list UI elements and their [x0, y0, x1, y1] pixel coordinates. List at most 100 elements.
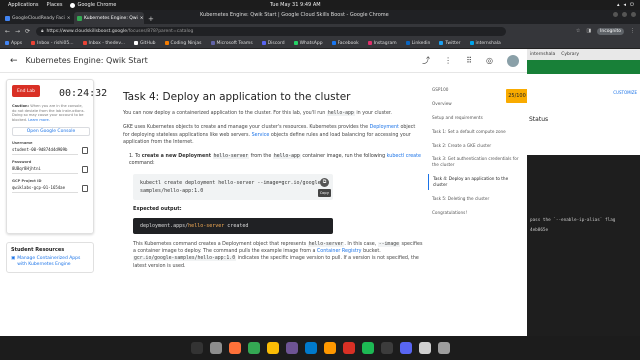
- lock-icon: 🔒︎: [41, 29, 44, 34]
- password-value[interactable]: 8UBqr8Hjhtni: [12, 166, 78, 174]
- inline-code: --image: [377, 241, 400, 247]
- extensions-icon[interactable]: ◨: [586, 28, 591, 34]
- open-google-console-button[interactable]: Open Google Console: [12, 126, 90, 136]
- vscode-icon[interactable]: [304, 342, 317, 354]
- reload-icon[interactable]: ⟳: [25, 28, 30, 35]
- forward-arrow-icon[interactable]: →: [15, 28, 20, 35]
- discord-icon[interactable]: [399, 342, 412, 354]
- customize-link[interactable]: CUSTOMIZE: [613, 90, 637, 95]
- settings-icon[interactable]: [380, 342, 393, 354]
- username-label: Username: [12, 140, 33, 145]
- bookmark-favicon: [31, 41, 36, 45]
- bookmark-item[interactable]: Linkedin: [405, 41, 430, 46]
- bookmark-item[interactable]: Coding Ninjas: [164, 41, 202, 46]
- step-number: 1.: [129, 153, 134, 159]
- copy-icon[interactable]: [82, 185, 88, 193]
- toc-item[interactable]: Task 3: Get authentication credentials f…: [428, 154, 522, 170]
- end-lab-button[interactable]: End Lab: [12, 85, 40, 97]
- bookmark-label: Inbox - rishi05...: [37, 40, 74, 46]
- explain-paragraph: This Kubernetes command creates a Deploy…: [133, 241, 423, 271]
- bookmark-label: Facebook: [337, 40, 359, 46]
- container-registry-link[interactable]: Container Registry: [317, 249, 362, 254]
- toc-item[interactable]: Congratulations!: [428, 208, 522, 218]
- close-window-button[interactable]: [631, 12, 636, 17]
- apps-grid-icon[interactable]: ⠿: [466, 56, 472, 65]
- output-code-block: deployment.apps/hello-server created: [133, 217, 333, 234]
- bookmark-favicon: [439, 41, 444, 45]
- mail-icon[interactable]: [342, 342, 355, 354]
- bg-bookmark[interactable]: Cybrary: [561, 52, 579, 57]
- deployment-link[interactable]: Deployment: [370, 125, 399, 130]
- spotify-icon[interactable]: [361, 342, 374, 354]
- bookmark-item[interactable]: internshala: [469, 41, 501, 46]
- address-bar-row: ← → ⟳ 🔒︎ https://www.cloudskillsboost.go…: [0, 24, 640, 38]
- command-code-block[interactable]: kubectl create deployment hello-server -…: [133, 173, 333, 200]
- background-bookmarks: internshala Cybrary: [527, 49, 640, 60]
- close-tab-icon[interactable]: ×: [67, 16, 71, 21]
- terminal-icon[interactable]: [190, 342, 203, 354]
- kubectl-create-link[interactable]: kubectl create: [387, 154, 421, 159]
- bookmark-item[interactable]: WhatsApp: [293, 41, 323, 46]
- github-icon[interactable]: [285, 342, 298, 354]
- bookmark-item[interactable]: Facebook: [331, 40, 359, 46]
- bookmark-item[interactable]: GitHub: [133, 41, 156, 46]
- more-vert-icon[interactable]: ⋮: [444, 56, 452, 65]
- back-arrow-icon[interactable]: ←: [5, 28, 10, 35]
- bookmark-item[interactable]: Discord: [261, 41, 285, 46]
- service-link[interactable]: Service: [252, 133, 270, 138]
- copy-icon[interactable]: ⧉: [320, 177, 329, 187]
- bookmark-item[interactable]: Instagram: [367, 41, 397, 46]
- url-input[interactable]: 🔒︎ https://www.cloudskillsboost.google/f…: [36, 26, 507, 36]
- browser-tab-active[interactable]: Kubernetes Engine: Qwi ×: [74, 12, 144, 24]
- bg-bookmark[interactable]: internshala: [530, 52, 555, 57]
- incognito-badge[interactable]: Incognito: [597, 27, 624, 35]
- toc-item[interactable]: Task 4: Deploy an application to the clu…: [428, 174, 522, 190]
- globe-icon[interactable]: ◎: [486, 56, 493, 65]
- share-icon[interactable]: ⤴: [422, 55, 430, 66]
- lab-control-card: End Lab 00:24:32 Caution: When you are i…: [6, 79, 107, 234]
- gke-text: GKE uses Kubernetes objects to create an…: [123, 125, 369, 131]
- bookmark-favicon: [82, 41, 87, 45]
- firefox-icon[interactable]: [228, 342, 241, 354]
- bookmark-item[interactable]: Inbox - thedev...: [82, 41, 125, 46]
- lab-instructions: Task 4: Deploy an application to the clu…: [123, 79, 423, 336]
- toc-item[interactable]: Task 1: Set a default compute zone: [428, 127, 522, 137]
- bookmarks-bar: Apps Inbox - rishi05... Inbox - thedev... G…: [0, 38, 640, 49]
- toc-item[interactable]: Setup and requirements: [428, 113, 522, 123]
- chrome-icon[interactable]: [247, 342, 260, 354]
- activities-menu[interactable]: Applications: [8, 2, 39, 8]
- photos-icon[interactable]: [418, 342, 431, 354]
- bookmark-item[interactable]: Apps: [5, 41, 22, 46]
- resource-link[interactable]: ▣ Manage Containerized Apps with Kubernet…: [11, 256, 89, 268]
- star-icon[interactable]: ☆: [576, 28, 580, 34]
- avatar[interactable]: [507, 54, 519, 67]
- background-panel: CUSTOMIZE Status: [527, 60, 640, 155]
- minimize-button[interactable]: [613, 12, 618, 17]
- chrome-alt-icon[interactable]: [266, 342, 279, 354]
- new-tab-button[interactable]: +: [148, 15, 154, 23]
- project-id-value[interactable]: qwiklabs-gcp-01-1654ae: [12, 185, 78, 193]
- bookmark-item[interactable]: Microsoft Teams: [210, 41, 253, 46]
- copy-icon[interactable]: [82, 166, 88, 174]
- app-menu[interactable]: Google Chrome: [70, 2, 116, 8]
- maximize-button[interactable]: [622, 12, 627, 17]
- places-menu[interactable]: Places: [47, 2, 63, 8]
- browser-tab[interactable]: GoogleCloudReady Faci ×: [2, 12, 72, 24]
- copy-icon[interactable]: [82, 147, 88, 155]
- close-tab-icon[interactable]: ×: [140, 16, 144, 21]
- username-value[interactable]: student-00-9d874d4d909b: [12, 147, 78, 155]
- files-icon[interactable]: [209, 342, 222, 354]
- back-arrow-icon[interactable]: ←: [10, 56, 18, 66]
- bookmark-item[interactable]: Twitter: [439, 41, 461, 46]
- system-top-bar: Applications Places Google Chrome Tue Ma…: [0, 0, 640, 10]
- bookmark-item[interactable]: Inbox - rishi05...: [31, 40, 74, 46]
- learn-more-link[interactable]: Learn more.: [28, 118, 50, 122]
- tray[interactable]: ▴ ◂ ⏻: [617, 2, 634, 8]
- toc-item[interactable]: Task 5: Deleting the cluster: [428, 194, 522, 204]
- clock[interactable]: Tue May 31 9:49 AM: [270, 2, 321, 8]
- menu-icon[interactable]: ⋮: [630, 28, 635, 34]
- trash-icon[interactable]: [437, 342, 450, 354]
- sublime-icon[interactable]: [323, 342, 336, 354]
- window-controls: [613, 12, 636, 17]
- toc-item[interactable]: Task 2: Create a GKE cluster: [428, 141, 522, 151]
